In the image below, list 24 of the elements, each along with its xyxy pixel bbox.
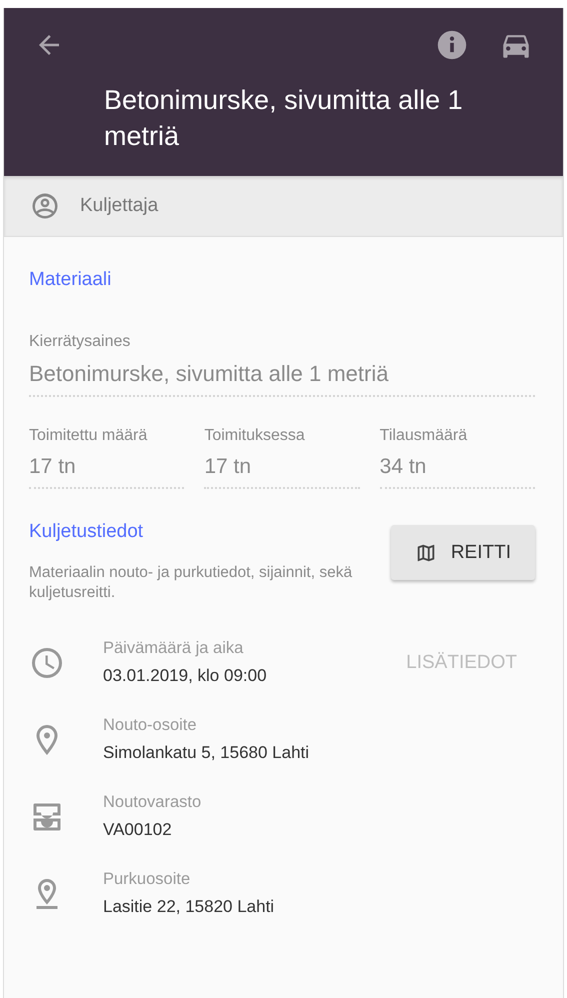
section-heading: Kuljetustiedot [29, 521, 144, 543]
field-label: Toimitettu määrä [29, 427, 148, 445]
detail-label: Päivämäärä ja aika [103, 639, 244, 658]
detail-label: Purkuosoite [103, 870, 192, 889]
driver-label: Kuljettaja [80, 195, 158, 217]
detail-value: Lasitie 22, 15820 Lahti [103, 897, 276, 917]
field-label: Kierrätysaines [29, 333, 132, 351]
section-description: Materiaalin nouto- ja purkutiedot, sijainnit, sekä kuljetusreitti. [29, 563, 354, 603]
field-value: 17 tn [204, 455, 252, 479]
field-value: Betonimurske, sivumitta alle 1 metriä [29, 361, 390, 387]
detail-label: Noutovarasto [103, 793, 202, 812]
detail-value: VA00102 [103, 820, 173, 840]
page-title: Betonimurske, sivumitta alle 1 metriä [104, 84, 464, 153]
section-heading: Materiaali [29, 269, 112, 291]
driver-bar[interactable]: Kuljettaja [4, 176, 563, 237]
detail-label: Nouto-osoite [103, 716, 198, 735]
field-label: Tilausmäärä [380, 427, 468, 445]
detail-value: Simolankatu 5, 15680 Lahti [103, 743, 310, 763]
field-value: 17 tn [29, 455, 77, 479]
route-button[interactable]: REITTI [390, 525, 535, 580]
info-icon[interactable] [435, 28, 469, 62]
field-value: 34 tn [380, 455, 428, 479]
detail-value: 03.01.2019, klo 09:00 [103, 666, 268, 686]
field-label: Toimituksessa [204, 427, 306, 445]
